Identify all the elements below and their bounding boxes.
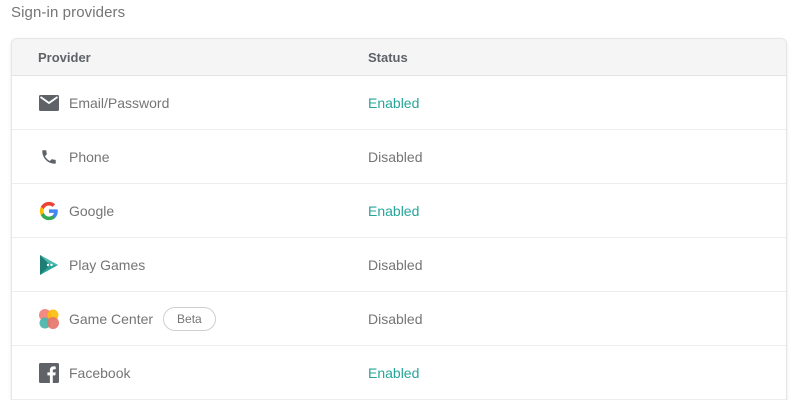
phone-icon [38, 146, 60, 168]
status-value: Disabled [368, 310, 423, 327]
provider-name: Play Games [69, 256, 146, 273]
column-header-status: Status [368, 49, 408, 65]
status-value: Disabled [368, 148, 423, 165]
provider-row-facebook[interactable]: Facebook Enabled [12, 346, 786, 400]
provider-row-email-password[interactable]: Email/Password Enabled [12, 76, 786, 130]
sign-in-providers-page: Sign-in providers Provider Status Email/… [0, 0, 800, 400]
provider-row-phone[interactable]: Phone Disabled [12, 130, 786, 184]
facebook-icon [38, 362, 60, 384]
provider-name: Facebook [69, 364, 131, 381]
provider-row-google[interactable]: Google Enabled [12, 184, 786, 238]
game-center-icon [38, 308, 60, 330]
section-title: Sign-in providers [11, 4, 126, 21]
email-icon [38, 92, 60, 114]
provider-row-game-center[interactable]: Game Center Beta Disabled [12, 292, 786, 346]
table-header: Provider Status [12, 39, 786, 76]
provider-name: Email/Password [69, 94, 170, 111]
provider-name: Game Center [69, 310, 154, 327]
providers-table: Provider Status Email/Password Enabled P… [11, 38, 787, 400]
provider-name: Google [69, 202, 115, 219]
status-value: Disabled [368, 256, 423, 273]
status-value: Enabled [368, 364, 420, 381]
provider-name: Phone [69, 148, 110, 165]
provider-row-play-games[interactable]: Play Games Disabled [12, 238, 786, 292]
google-icon [38, 200, 60, 222]
beta-badge: Beta [163, 306, 216, 331]
play-games-icon [38, 254, 60, 276]
status-value: Enabled [368, 94, 420, 111]
status-value: Enabled [368, 202, 420, 219]
column-header-provider: Provider [38, 49, 91, 65]
